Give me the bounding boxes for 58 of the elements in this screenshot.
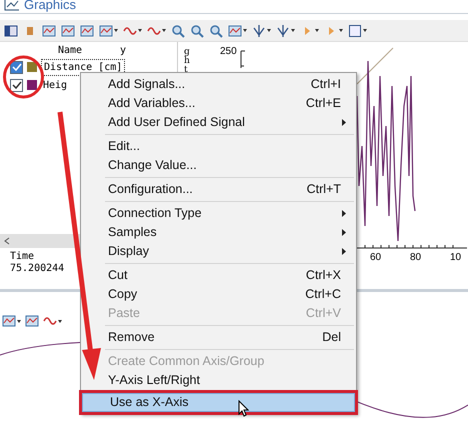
chart-icon[interactable] (2, 314, 16, 328)
chart-icon[interactable] (25, 314, 39, 328)
checkbox[interactable] (10, 78, 23, 92)
caret-icon[interactable] (138, 29, 142, 32)
axis-tick-label: 250 (220, 45, 237, 59)
caret-icon[interactable] (267, 29, 271, 32)
menu-item[interactable]: Display (108, 242, 356, 261)
caret-icon[interactable] (114, 29, 118, 32)
chart-icon[interactable] (61, 24, 75, 38)
caret-icon[interactable] (339, 29, 343, 32)
frame-icon[interactable] (348, 24, 362, 38)
menu-item[interactable]: Remove Del (108, 328, 356, 347)
time-value: 75.200244 (10, 263, 64, 275)
checkbox[interactable] (10, 60, 23, 74)
column-header: y (120, 44, 126, 58)
submenu-arrow-icon (342, 210, 346, 217)
chart-icon[interactable] (99, 24, 113, 38)
menu-item[interactable]: Add User Defined Signal (108, 113, 356, 132)
caret-icon[interactable] (363, 29, 367, 32)
caret-icon[interactable] (17, 320, 21, 322)
axis-tick-label: 10 (450, 251, 462, 265)
caret-icon[interactable] (162, 29, 166, 32)
menu-item[interactable]: Samples (108, 223, 356, 242)
menu-item[interactable]: Use as X-Axis (82, 393, 355, 412)
chart-icon[interactable] (80, 24, 94, 38)
zoom-icon[interactable] (190, 24, 204, 38)
axis-tick-label: 80 (410, 251, 422, 265)
menu-item[interactable]: Cut Ctrl+X (108, 266, 356, 285)
menu-item[interactable]: Add Signals... Ctrl+I (108, 75, 356, 94)
menu-item[interactable]: Add Variables... Ctrl+E (108, 94, 356, 113)
chart-icon[interactable] (42, 24, 56, 38)
menu-item[interactable]: Y-Axis Left/Right (108, 371, 356, 390)
submenu-arrow-icon (342, 248, 346, 255)
menu-item[interactable]: Copy Ctrl+C (108, 285, 356, 304)
highlight-ellipse (3, 55, 44, 99)
caret-icon[interactable] (58, 320, 62, 322)
submenu-arrow-icon (342, 229, 346, 236)
menu-item[interactable]: Connection Type (108, 204, 356, 223)
menu-item[interactable]: Configuration... Ctrl+T (108, 180, 356, 199)
menu-item[interactable]: Change Value... (108, 156, 356, 175)
chevron-left-icon[interactable] (4, 237, 10, 245)
window-icon[interactable] (4, 24, 18, 38)
menu-item[interactable]: Edit... (108, 137, 356, 156)
signal-name[interactable]: Heig (41, 78, 70, 92)
mouse-pointer-icon (238, 400, 249, 417)
axis-label: ght (184, 48, 191, 75)
y-axis (240, 50, 246, 68)
caret-icon[interactable] (291, 29, 295, 32)
time-label: Time (10, 251, 34, 263)
zoom-icon[interactable] (209, 24, 223, 38)
column-header: Name (58, 44, 84, 58)
chart-icon[interactable] (228, 24, 242, 38)
submenu-arrow-icon (342, 119, 346, 126)
caret-icon[interactable] (315, 29, 319, 32)
graphics-icon (4, 0, 20, 11)
axis-tick-label: 60 (370, 251, 382, 265)
caret-icon[interactable] (243, 29, 247, 32)
zoom-icon[interactable] (171, 24, 185, 38)
